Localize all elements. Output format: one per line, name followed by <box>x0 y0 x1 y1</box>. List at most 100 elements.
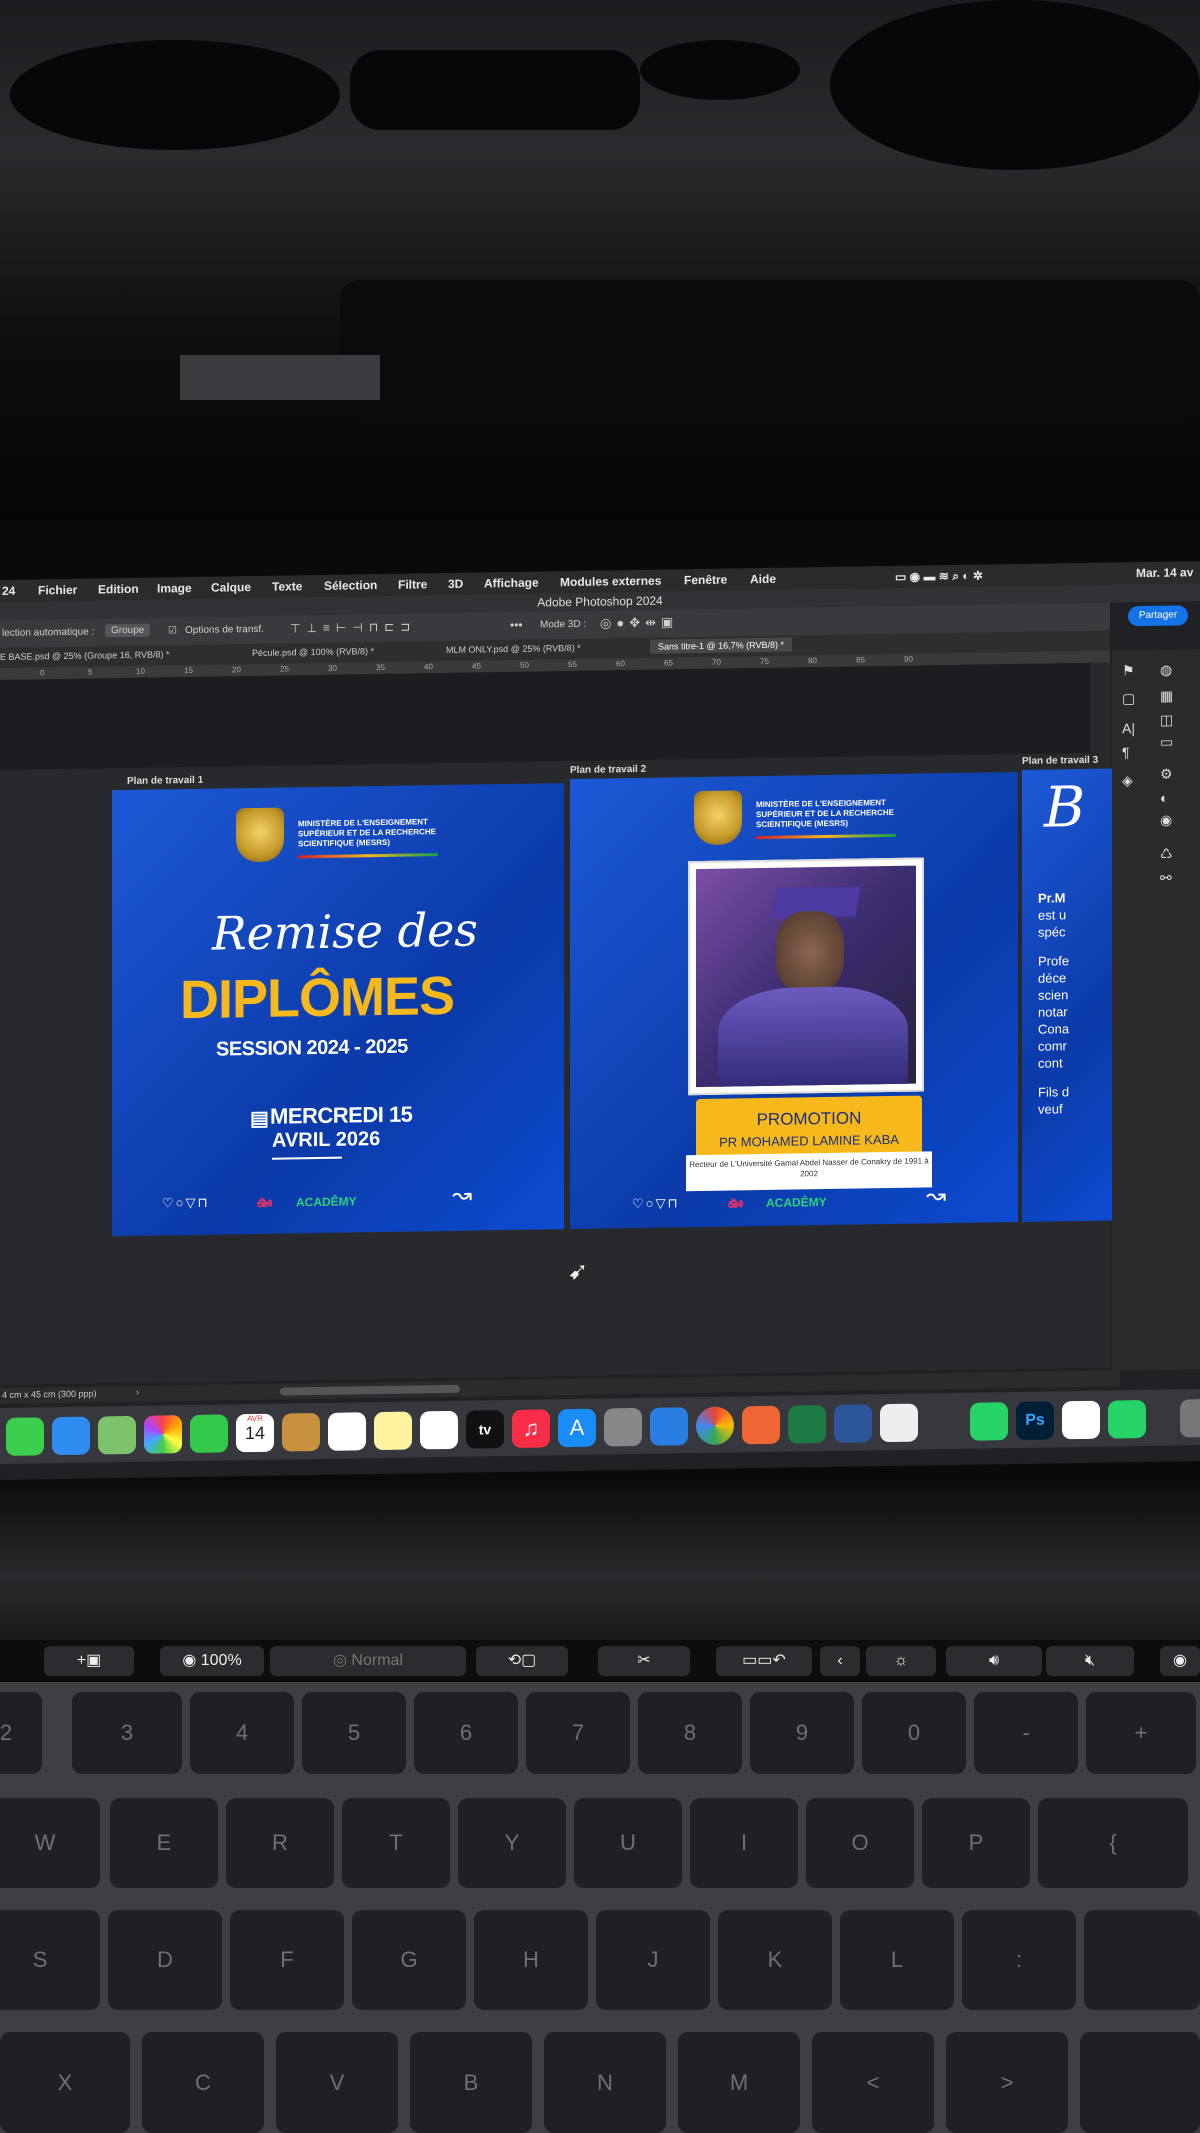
key[interactable]: V <box>276 2032 398 2133</box>
key[interactable]: 4 <box>190 1692 294 1774</box>
blend-mode-button[interactable]: ◎ Normal <box>270 1646 466 1676</box>
key[interactable]: L <box>840 1910 954 2010</box>
key[interactable]: E <box>110 1798 218 1888</box>
key[interactable]: T <box>342 1798 450 1888</box>
more-icon[interactable]: ••• <box>510 618 523 632</box>
menu-selection[interactable]: Sélection <box>324 578 377 593</box>
capcut-icon[interactable] <box>1062 1400 1100 1440</box>
undo-button[interactable]: ▭▭↶ <box>716 1646 812 1676</box>
key[interactable]: - <box>974 1692 1078 1774</box>
cut-button[interactable]: ✂ <box>598 1646 690 1676</box>
key[interactable]: 8 <box>638 1692 742 1774</box>
history-icon[interactable]: ⚑ <box>1122 662 1135 679</box>
transform-button[interactable]: ⟲▢ <box>476 1646 568 1676</box>
reminders-icon[interactable] <box>328 1412 366 1451</box>
key[interactable]: X <box>0 2032 130 2133</box>
contacts-icon[interactable] <box>282 1412 320 1452</box>
artboard-2[interactable]: MINISTÈRE DE L'ENSEIGNEMENT SUPÉRIEUR ET… <box>570 772 1018 1230</box>
key[interactable]: U <box>574 1798 682 1888</box>
key[interactable]: + <box>1086 1692 1196 1774</box>
app-store-icon[interactable]: A <box>558 1408 596 1448</box>
key[interactable]: D <box>108 1910 222 2010</box>
music-icon[interactable]: ♫ <box>512 1409 550 1448</box>
key[interactable] <box>1084 1910 1200 2010</box>
menu-modules-externes[interactable]: Modules externes <box>560 574 661 590</box>
volume-icon[interactable]: 🔊︎ <box>946 1646 1042 1676</box>
new-layer-button[interactable]: +▣ <box>44 1646 134 1676</box>
character-icon[interactable]: A| <box>1122 720 1135 736</box>
key[interactable]: 5 <box>302 1692 406 1774</box>
photoshop-icon[interactable]: Ps <box>1016 1401 1054 1441</box>
mail-icon[interactable] <box>52 1416 90 1456</box>
brightness-icon[interactable]: ☼ <box>866 1646 936 1676</box>
menu-filtre[interactable]: Filtre <box>398 577 427 591</box>
key[interactable] <box>1080 2032 1200 2133</box>
color-icon[interactable]: ◐ <box>1160 790 1168 806</box>
3d-tool-icons[interactable]: ◎●✥⇹▣ <box>600 614 678 631</box>
key[interactable]: J <box>596 1910 710 2010</box>
key[interactable]: N <box>544 2032 666 2133</box>
maps-icon[interactable] <box>98 1415 136 1455</box>
paragraph-icon[interactable]: ¶ <box>1122 744 1130 760</box>
panel-icon[interactable]: ▭ <box>1160 734 1173 751</box>
artboard-1-label[interactable]: Plan de travail 1 <box>127 775 203 787</box>
key[interactable]: B <box>410 2032 532 2133</box>
whatsapp-business-icon[interactable] <box>1108 1399 1146 1439</box>
menu-texte[interactable]: Texte <box>272 579 302 593</box>
freeform-icon[interactable] <box>420 1410 458 1450</box>
menu-3d[interactable]: 3D <box>448 577 463 591</box>
key[interactable]: 6 <box>414 1692 518 1774</box>
key[interactable]: C <box>142 2032 264 2133</box>
menu-fenetre[interactable]: Fenêtre <box>684 573 727 588</box>
chevron-right-icon[interactable]: › <box>136 1387 139 1397</box>
artboard-1[interactable]: MINISTÈRE DE L'ENSEIGNEMENT SUPÉRIEUR ET… <box>112 783 564 1237</box>
menubar-clock[interactable]: Mar. 14 av <box>1136 565 1193 580</box>
powerpoint-icon[interactable] <box>880 1403 918 1443</box>
apple-tv-icon[interactable]: tv <box>466 1410 504 1449</box>
menu-affichage[interactable]: Affichage <box>484 576 539 591</box>
key[interactable]: H <box>474 1910 588 2010</box>
chrome-icon[interactable] <box>696 1406 734 1446</box>
collapse-icon[interactable]: ‹ <box>820 1646 860 1676</box>
tab-sans-titre-1[interactable]: Sans titre-1 @ 16,7% (RVB/8) * <box>650 637 793 654</box>
calendar-icon[interactable]: AVR 14 <box>236 1413 274 1453</box>
artboard-3[interactable]: B Pr.M est u spéc Profe déce scien notar… <box>1022 768 1112 1222</box>
photos-icon[interactable] <box>144 1415 182 1454</box>
xcode-icon[interactable] <box>650 1407 688 1446</box>
key[interactable]: G <box>352 1910 466 2010</box>
menu-aide[interactable]: Aide <box>750 572 776 586</box>
siri-icon[interactable]: ◉ <box>1160 1646 1200 1676</box>
paths-icon[interactable]: ⚯ <box>1160 870 1172 887</box>
menu-image[interactable]: Image <box>157 581 192 596</box>
system-settings-icon[interactable] <box>604 1407 642 1447</box>
excel-icon[interactable] <box>788 1405 826 1444</box>
panel-icon[interactable]: ◍ <box>1160 662 1172 679</box>
clone-icon[interactable]: ♺ <box>1160 846 1173 863</box>
key[interactable]: { <box>1038 1798 1188 1888</box>
adjust-icon[interactable]: ⚙ <box>1160 766 1173 783</box>
menu-calque[interactable]: Calque <box>211 580 251 595</box>
key[interactable]: < <box>812 2032 934 2133</box>
messages-icon[interactable] <box>6 1417 44 1456</box>
comments-icon[interactable]: ▢ <box>1122 690 1135 707</box>
key[interactable]: : <box>962 1910 1076 2010</box>
mute-icon[interactable]: 🔇︎ <box>1046 1646 1134 1676</box>
key[interactable]: M <box>678 2032 800 2133</box>
trash-icon[interactable] <box>1180 1398 1200 1438</box>
share-button[interactable]: Partager <box>1128 605 1188 627</box>
key[interactable]: 7 <box>526 1692 630 1774</box>
menu-fichier[interactable]: Fichier <box>38 583 77 598</box>
facetime-icon[interactable] <box>190 1414 228 1454</box>
whatsapp-icon[interactable] <box>970 1402 1008 1441</box>
grid-icon[interactable]: ▦ <box>1160 688 1173 705</box>
align-icons[interactable]: ⊤⊥≡⊢⊣⊓⊏⊐ <box>290 619 416 635</box>
properties-icon[interactable]: ◫ <box>1160 712 1173 729</box>
auto-select-dropdown[interactable]: Groupe <box>105 623 151 638</box>
status-icons[interactable]: ▭ ◉ ▬ ≋ ⌕ ◐ ✲ <box>895 569 983 585</box>
key[interactable]: 3 <box>72 1692 182 1774</box>
key[interactable]: F <box>230 1910 344 2010</box>
notes-icon[interactable] <box>374 1411 412 1451</box>
key[interactable]: I <box>690 1798 798 1888</box>
tab-base-psd[interactable]: E BASE.psd @ 25% (Groupe 16, RVB/8) * <box>0 649 170 662</box>
key[interactable]: 2 <box>0 1692 42 1774</box>
